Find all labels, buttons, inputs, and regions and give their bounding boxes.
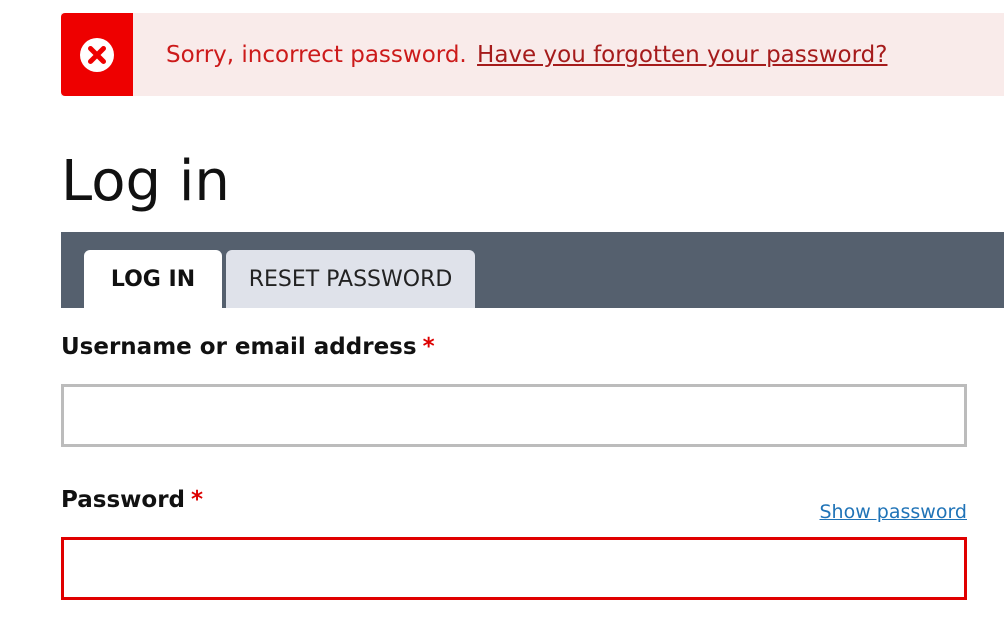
tab-log-in[interactable]: LOG IN [84, 250, 222, 308]
password-label: Password * [61, 487, 203, 513]
tabs-bar: LOG IN RESET PASSWORD [61, 232, 1004, 308]
password-label-text: Password [61, 487, 185, 513]
forgot-password-link[interactable]: Have you forgotten your password? [477, 42, 887, 68]
username-label: Username or email address * [61, 334, 435, 360]
alert-icon-container [61, 13, 133, 96]
required-marker: * [422, 334, 435, 360]
tab-reset-password[interactable]: RESET PASSWORD [226, 250, 475, 308]
username-label-text: Username or email address [61, 334, 417, 360]
required-marker: * [191, 487, 204, 513]
password-input[interactable] [61, 537, 967, 600]
username-input[interactable] [61, 384, 967, 447]
page-title: Log in [61, 149, 230, 214]
show-password-link[interactable]: Show password [819, 501, 967, 523]
alert-text: Sorry, incorrect password. Have you forg… [166, 42, 887, 68]
alert-message: Sorry, incorrect password. [166, 41, 467, 68]
error-x-icon [80, 37, 114, 72]
error-message: Sorry, incorrect password. Have you forg… [61, 13, 1004, 96]
